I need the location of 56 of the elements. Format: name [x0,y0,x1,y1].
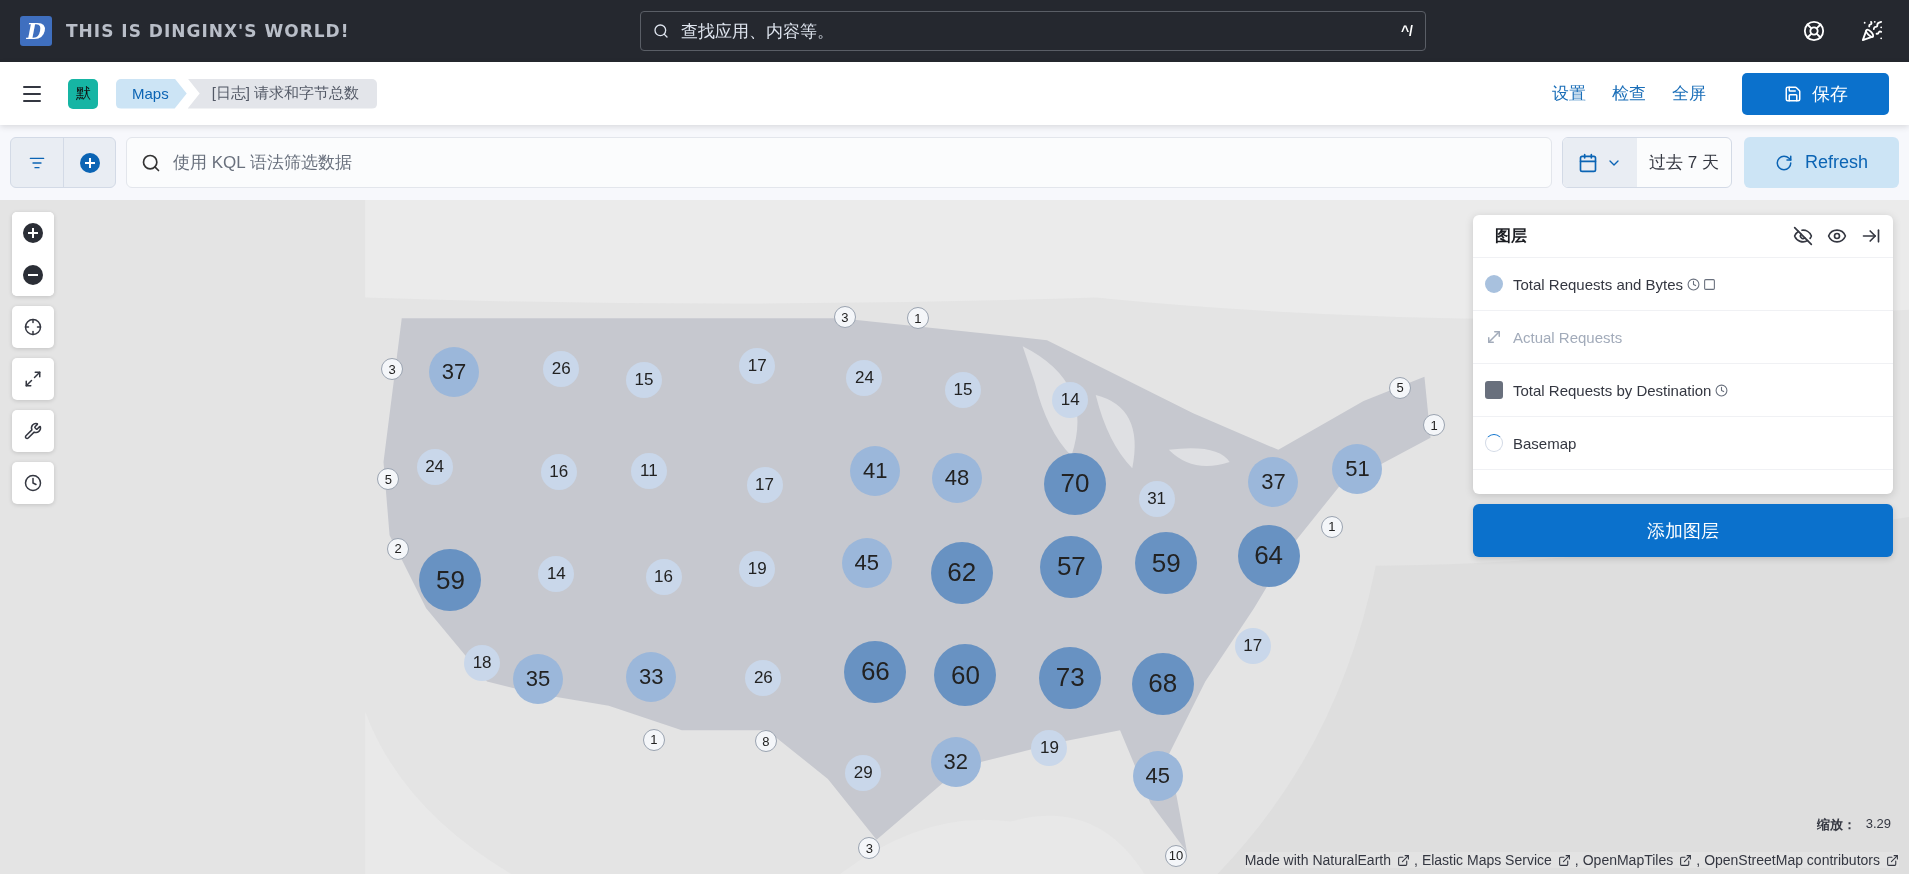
collapse-icon[interactable] [1861,226,1881,246]
fit-bounds-button[interactable] [12,358,54,400]
clock-icon [24,474,42,492]
external-link-icon [1397,853,1410,867]
layer-name[interactable]: Basemap [1513,434,1577,452]
logo[interactable]: D [20,16,52,46]
save-button[interactable]: 保存 [1742,72,1889,115]
query-field[interactable]: 使用 KQL 语法筛选数据 [126,137,1553,188]
locate-button[interactable] [12,306,54,348]
external-link-icon [1886,853,1899,867]
attribution-link[interactable]: Elastic Maps Service [1421,852,1571,868]
header-link[interactable]: 检查 [1612,82,1646,105]
hide-all-icon[interactable] [1793,226,1813,246]
search-icon [653,23,669,39]
attribution-link[interactable]: OpenStreetMap contributors [1704,852,1899,868]
search-icon [141,152,161,173]
zoom-value: 3.29 [1865,816,1891,833]
add-icon [79,152,100,173]
external-link-icon [1557,853,1571,867]
header-link[interactable]: 设置 [1552,82,1586,105]
layer-name[interactable]: Total Requests and Bytes [1513,275,1684,293]
crosshair-icon [24,318,42,336]
help-icon[interactable] [1803,20,1825,42]
zoom-label: 缩放： [1816,816,1856,834]
timeslider-button[interactable] [12,462,54,504]
party-popper-icon[interactable] [1861,20,1883,42]
save-icon [1783,84,1802,103]
zoom-in-button[interactable] [12,212,54,254]
header-link[interactable]: 全屏 [1672,82,1706,105]
add-layer-button[interactable]: 添加图层 [1473,504,1893,557]
expand-icon [24,370,42,388]
calendar-icon [1578,152,1599,173]
site-title: THIS IS DINGINX'S WORLD! [66,21,351,41]
search-field[interactable]: 查找应用、内容等。 ^/ [640,11,1426,51]
attribution-link[interactable]: Made with NaturalEarth [1244,852,1410,868]
separator: , [1696,852,1701,868]
zoom-in-icon [23,223,43,243]
space-avatar[interactable]: 默 [68,78,98,109]
refresh-button[interactable]: Refresh [1744,137,1899,188]
breadcrumb[interactable]: [日志] 请求和字节总数 [187,78,378,109]
attribution-link[interactable]: OpenMapTiles [1582,852,1693,868]
separator: , [1414,852,1418,868]
zoom-out-icon [23,265,43,285]
refresh-icon [1775,153,1793,172]
layer-name[interactable]: Total Requests by Destination [1513,381,1712,399]
zoom-out-button[interactable] [12,254,54,296]
wrench-icon [24,422,42,440]
date-picker-button[interactable] [1563,138,1638,187]
shortcut-hint: ^/ [1400,23,1413,39]
breadcrumb[interactable]: Maps [116,78,187,109]
external-link-icon [1679,853,1693,867]
tools-button[interactable] [12,410,54,452]
separator: , [1574,852,1579,868]
show-all-icon[interactable] [1827,226,1847,246]
diagonal-arrow-icon [1485,328,1503,346]
panel-title: 图层 [1495,225,1528,246]
